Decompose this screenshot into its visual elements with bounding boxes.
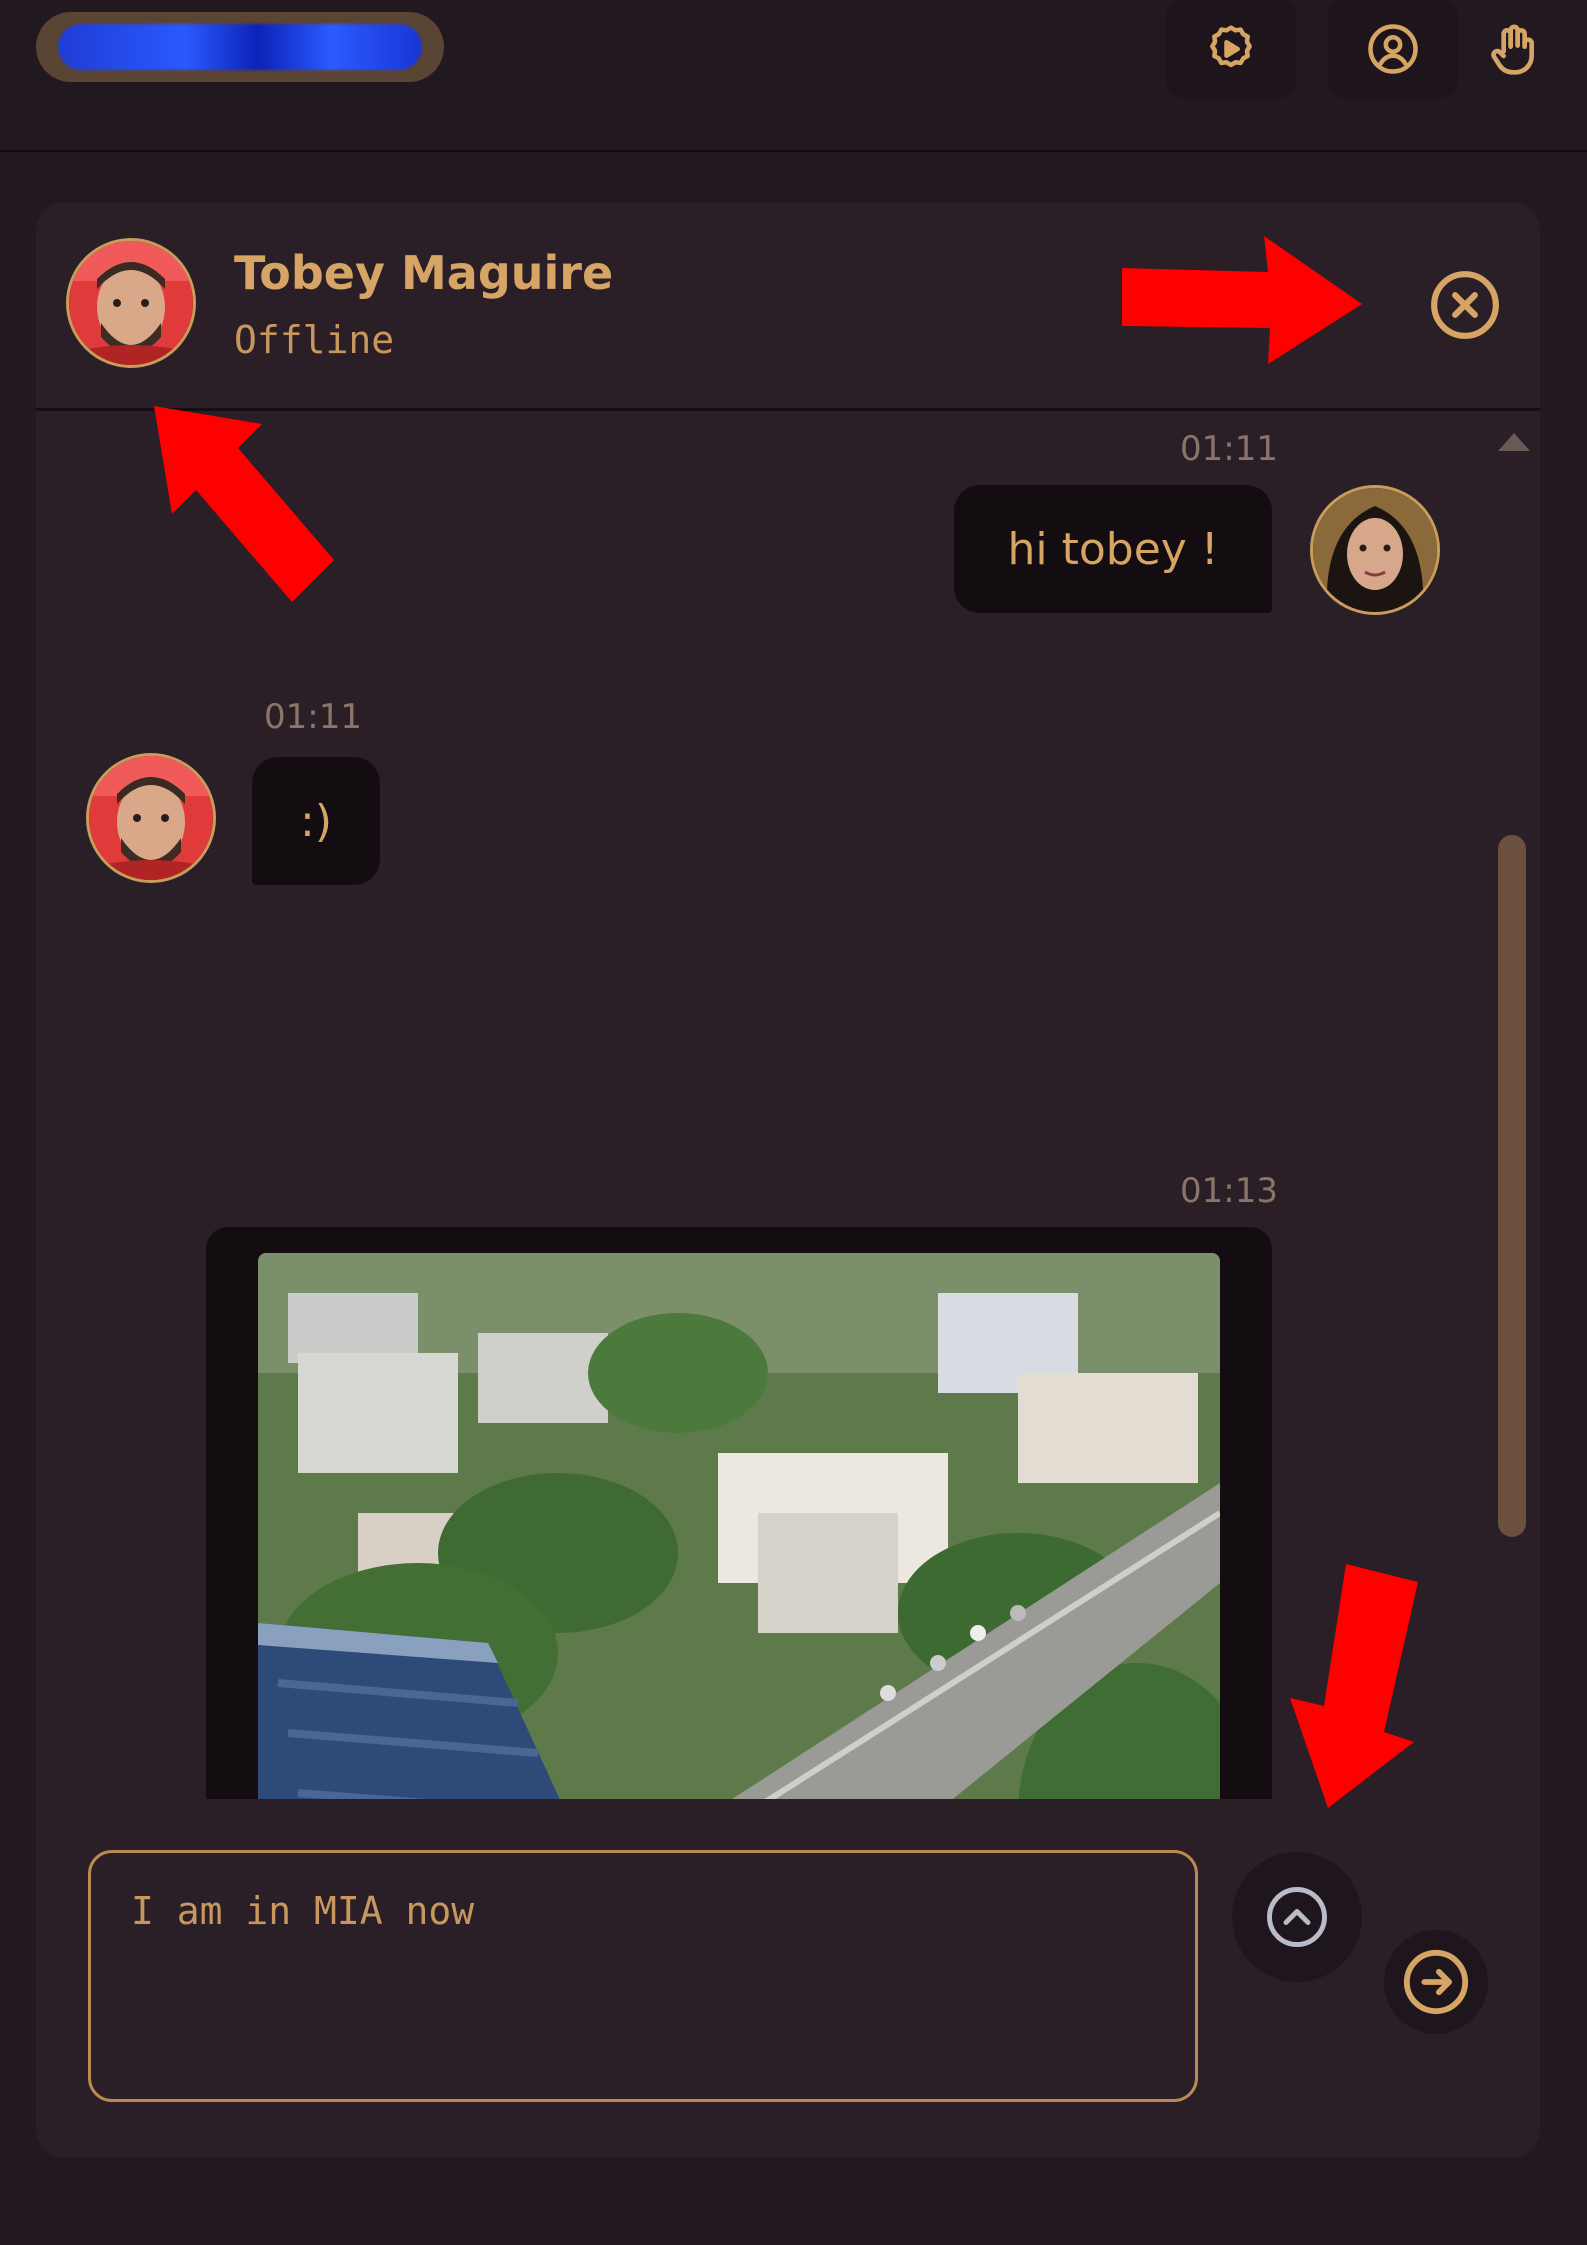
blurred-logo-icon <box>58 24 422 70</box>
annotation-arrow-close <box>1122 236 1362 364</box>
aerial-city-photo[interactable] <box>258 1253 1220 1799</box>
wave-button[interactable] <box>1448 0 1578 98</box>
message-bubble: :) <box>252 757 380 885</box>
contact-avatar[interactable] <box>66 238 196 368</box>
arrow-right-circle-icon <box>1403 1949 1469 2015</box>
top-bar <box>0 0 1587 152</box>
message-bubble: hi tobey ! <box>954 485 1272 613</box>
scroll-up-arrow[interactable] <box>1498 433 1530 451</box>
contact-name: Tobey Maguire <box>234 246 614 300</box>
message-input[interactable]: I am in MIA now <box>88 1850 1198 2102</box>
profile-button[interactable] <box>1328 0 1458 98</box>
chevron-up-circle-icon <box>1267 1887 1327 1947</box>
contact-avatar-image <box>69 241 193 365</box>
annotation-arrow-avatar <box>154 406 334 602</box>
user-circle-icon <box>1368 24 1418 74</box>
self-avatar-image <box>1313 488 1437 612</box>
self-avatar[interactable] <box>1310 485 1440 615</box>
contact-message-avatar-image <box>89 756 213 880</box>
settings-button[interactable] <box>1166 0 1296 98</box>
contact-message-avatar[interactable] <box>86 753 216 883</box>
image-message[interactable] <box>206 1227 1272 1799</box>
aerial-city-photo-image <box>258 1253 1220 1799</box>
close-circle-icon <box>1431 271 1499 339</box>
annotation-arrow-send <box>1290 1564 1418 1808</box>
message-timestamp: 01:13 <box>1180 1171 1278 1211</box>
close-chat-button[interactable] <box>1428 268 1502 342</box>
gear-icon <box>1210 25 1252 68</box>
expand-button[interactable] <box>1232 1852 1362 1982</box>
message-input-text: I am in MIA now <box>131 1889 475 1933</box>
contact-status: Offline <box>234 318 395 362</box>
hand-icon <box>1491 24 1534 75</box>
send-button[interactable] <box>1384 1930 1488 2034</box>
scrollbar-thumb[interactable] <box>1498 835 1526 1537</box>
app-logo[interactable] <box>36 12 444 82</box>
message-timestamp: 01:11 <box>1180 429 1278 469</box>
message-timestamp: 01:11 <box>264 697 362 737</box>
